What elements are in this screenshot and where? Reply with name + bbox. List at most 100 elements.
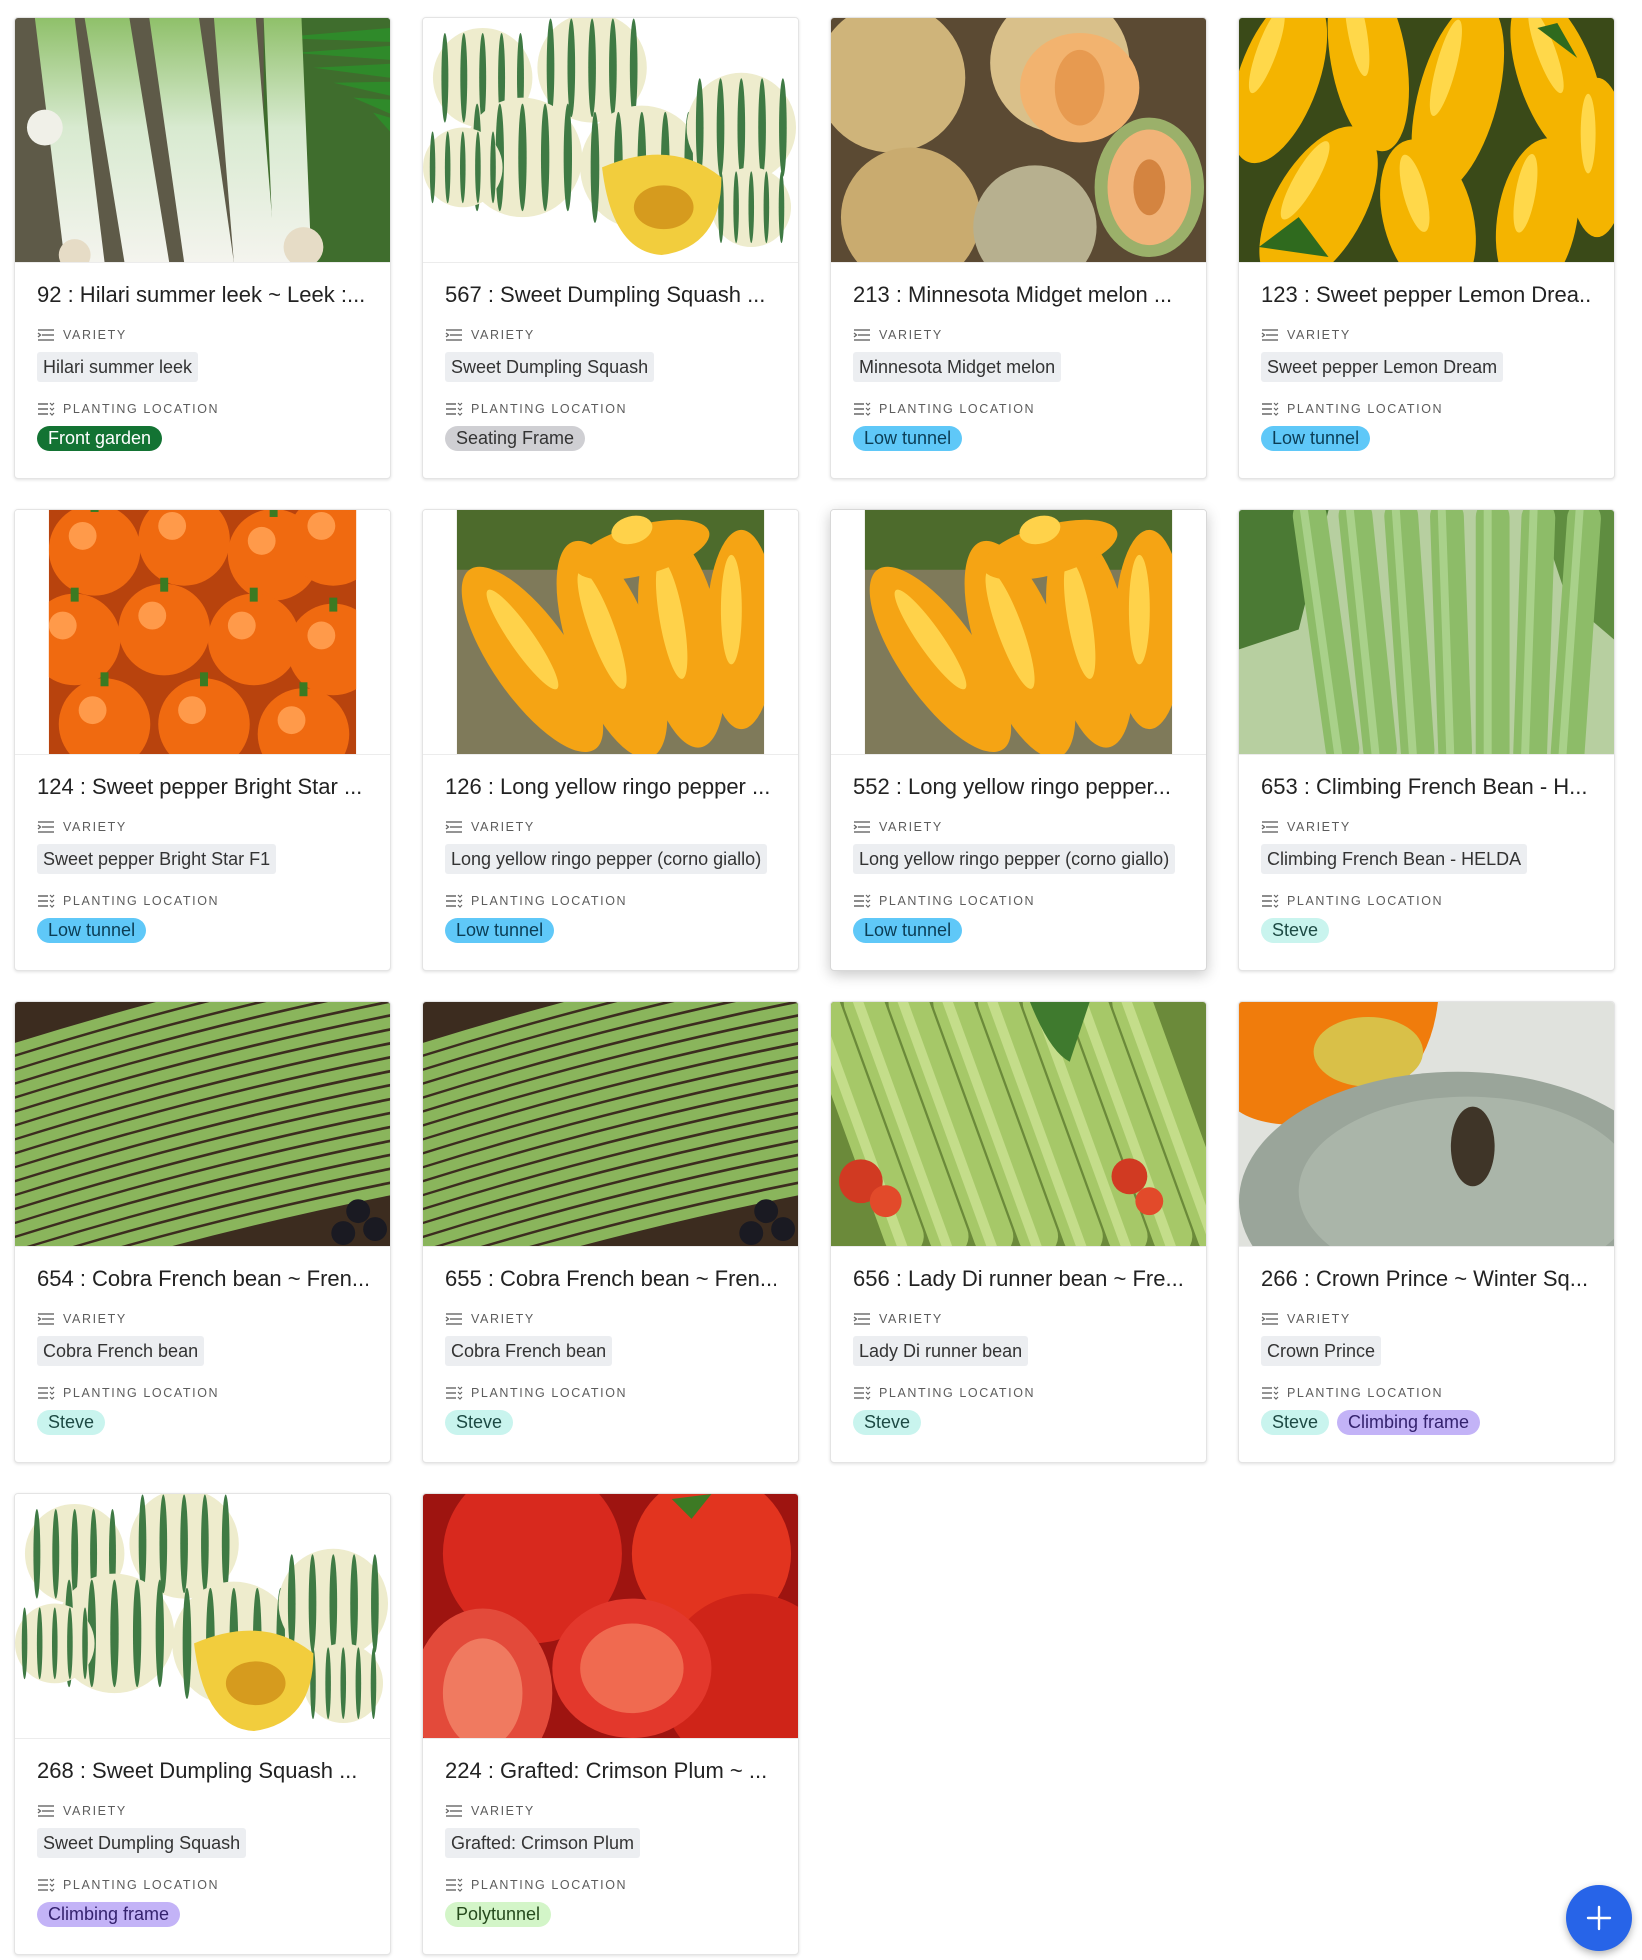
card-title: 126 : Long yellow ringo pepper ...	[445, 774, 771, 799]
location-pill: Steve	[1261, 1410, 1330, 1435]
planting-location-values: Front garden	[37, 426, 368, 451]
variety-label-text: VARIETY	[471, 820, 535, 834]
leek-photo	[15, 18, 390, 262]
planting-location-field-label: PLANTING LOCATION	[445, 400, 776, 418]
leek-photo	[15, 18, 390, 263]
variety-icon	[853, 821, 870, 833]
variety-icon	[1261, 1313, 1278, 1325]
tomato-photo	[423, 1494, 798, 1738]
variety-icon	[1261, 329, 1278, 341]
variety-label-text: VARIETY	[1287, 1312, 1351, 1326]
planting-location-field-label: PLANTING LOCATION	[853, 892, 1184, 910]
variety-icon	[1261, 821, 1278, 833]
planting-location-field-label: PLANTING LOCATION	[1261, 1384, 1592, 1402]
record-card[interactable]: 654 : Cobra French bean ~ Fren... VARIET…	[14, 1001, 391, 1463]
card-title: 655 : Cobra French bean ~ Fren...	[445, 1266, 776, 1291]
planting-location-label-text: PLANTING LOCATION	[879, 894, 1036, 908]
flat-bean-photo	[1239, 510, 1614, 754]
planting-location-field-label: PLANTING LOCATION	[445, 1384, 776, 1402]
ringo-pepper-photo	[423, 510, 798, 755]
record-card[interactable]: 224 : Grafted: Crimson Plum ~ ... VARIET…	[422, 1493, 799, 1955]
variety-label-text: VARIETY	[1287, 328, 1351, 342]
squash-photo	[423, 18, 798, 262]
yellow-pepper-photo	[1239, 18, 1614, 263]
multi-select-icon	[38, 402, 55, 416]
planting-location-values: Steve	[37, 1410, 368, 1435]
variety-value: Crown Prince	[1261, 1336, 1382, 1366]
variety-icon	[445, 821, 462, 833]
record-card[interactable]: 92 : Hilari summer leek ~ Leek :... VARI…	[14, 17, 391, 479]
record-card[interactable]: 656 : Lady Di runner bean ~ Fre... VARIE…	[830, 1001, 1207, 1463]
multi-select-icon	[854, 894, 871, 908]
record-card[interactable]: 655 : Cobra French bean ~ Fren... VARIET…	[422, 1001, 799, 1463]
variety-field-label: VARIETY	[1261, 1310, 1592, 1328]
melon-photo	[831, 18, 1206, 262]
planting-location-field-label: PLANTING LOCATION	[445, 892, 776, 910]
card-title: 266 : Crown Prince ~ Winter Sq...	[1261, 1266, 1589, 1291]
melon-photo	[831, 18, 1206, 263]
variety-field-label: VARIETY	[37, 1802, 368, 1820]
multi-select-icon	[446, 402, 463, 416]
multi-select-icon	[446, 894, 463, 908]
planting-location-label-text: PLANTING LOCATION	[471, 894, 628, 908]
planting-location-label-text: PLANTING LOCATION	[1287, 894, 1444, 908]
record-card[interactable]: 266 : Crown Prince ~ Winter Sq... VARIET…	[1238, 1001, 1615, 1463]
location-pill: Low tunnel	[37, 918, 147, 943]
location-pill: Low tunnel	[853, 426, 963, 451]
green-bean-photo	[423, 1002, 798, 1247]
variety-value: Long yellow ringo pepper (corno giallo)	[445, 844, 768, 874]
variety-field-label: VARIETY	[37, 1310, 368, 1328]
planting-location-field-label: PLANTING LOCATION	[445, 1876, 776, 1894]
variety-icon	[445, 1805, 462, 1817]
location-pill: Steve	[1261, 918, 1330, 943]
record-card[interactable]: 552 : Long yellow ringo pepper... VARIET…	[830, 509, 1207, 971]
record-card[interactable]: 653 : Climbing French Bean - H... VARIET…	[1238, 509, 1615, 971]
planting-location-values: Steve Climbing frame	[1261, 1410, 1592, 1435]
orange-pepper-photo	[15, 510, 390, 754]
planting-location-field-label: PLANTING LOCATION	[1261, 892, 1592, 910]
record-card[interactable]: 126 : Long yellow ringo pepper ... VARIE…	[422, 509, 799, 971]
tomato-photo	[423, 1494, 798, 1739]
planting-location-values: Low tunnel	[853, 918, 1184, 943]
card-title: 224 : Grafted: Crimson Plum ~ ...	[445, 1758, 768, 1783]
variety-value: Lady Di runner bean	[853, 1336, 1029, 1366]
multi-select-icon	[38, 1386, 55, 1400]
variety-icon	[445, 1313, 462, 1325]
variety-field-label: VARIETY	[1261, 326, 1592, 344]
location-pill: Low tunnel	[445, 918, 555, 943]
flat-bean-photo	[1239, 510, 1614, 755]
variety-label-text: VARIETY	[63, 820, 127, 834]
variety-value: Sweet Dumpling Squash	[37, 1828, 247, 1858]
multi-select-icon	[38, 894, 55, 908]
variety-label-text: VARIETY	[63, 328, 127, 342]
variety-icon	[37, 1313, 54, 1325]
variety-field-label: VARIETY	[445, 818, 776, 836]
variety-icon	[853, 1313, 870, 1325]
planting-location-field-label: PLANTING LOCATION	[37, 400, 368, 418]
variety-field-label: VARIETY	[445, 1802, 776, 1820]
record-card[interactable]: 123 : Sweet pepper Lemon Drea... VARIETY…	[1238, 17, 1615, 479]
plus-icon	[1586, 1905, 1612, 1931]
variety-value: Hilari summer leek	[37, 352, 199, 382]
ringo-pepper-photo	[831, 510, 1206, 755]
variety-icon	[853, 329, 870, 341]
multi-select-icon	[1262, 894, 1279, 908]
record-card[interactable]: 567 : Sweet Dumpling Squash ... VARIETY …	[422, 17, 799, 479]
record-card[interactable]: 213 : Minnesota Midget melon ... VARIETY…	[830, 17, 1207, 479]
record-card[interactable]: 268 : Sweet Dumpling Squash ... VARIETY …	[14, 1493, 391, 1955]
planting-location-values: Steve	[1261, 918, 1592, 943]
planting-location-label-text: PLANTING LOCATION	[1287, 402, 1444, 416]
planting-location-label-text: PLANTING LOCATION	[1287, 1386, 1444, 1400]
record-card[interactable]: 124 : Sweet pepper Bright Star ... VARIE…	[14, 509, 391, 971]
card-title: 123 : Sweet pepper Lemon Drea...	[1261, 282, 1592, 307]
variety-field-label: VARIETY	[853, 1310, 1184, 1328]
gallery-grid: 92 : Hilari summer leek ~ Leek :... VARI…	[14, 17, 1615, 1955]
variety-value: Climbing French Bean - HELDA	[1261, 844, 1528, 874]
planting-location-label-text: PLANTING LOCATION	[471, 1878, 628, 1892]
planting-location-label-text: PLANTING LOCATION	[63, 1386, 220, 1400]
location-pill: Seating Frame	[445, 426, 586, 451]
squash-photo	[15, 1494, 390, 1738]
variety-label-text: VARIETY	[879, 820, 943, 834]
planting-location-values: Low tunnel	[37, 918, 368, 943]
add-record-button[interactable]	[1566, 1885, 1632, 1951]
